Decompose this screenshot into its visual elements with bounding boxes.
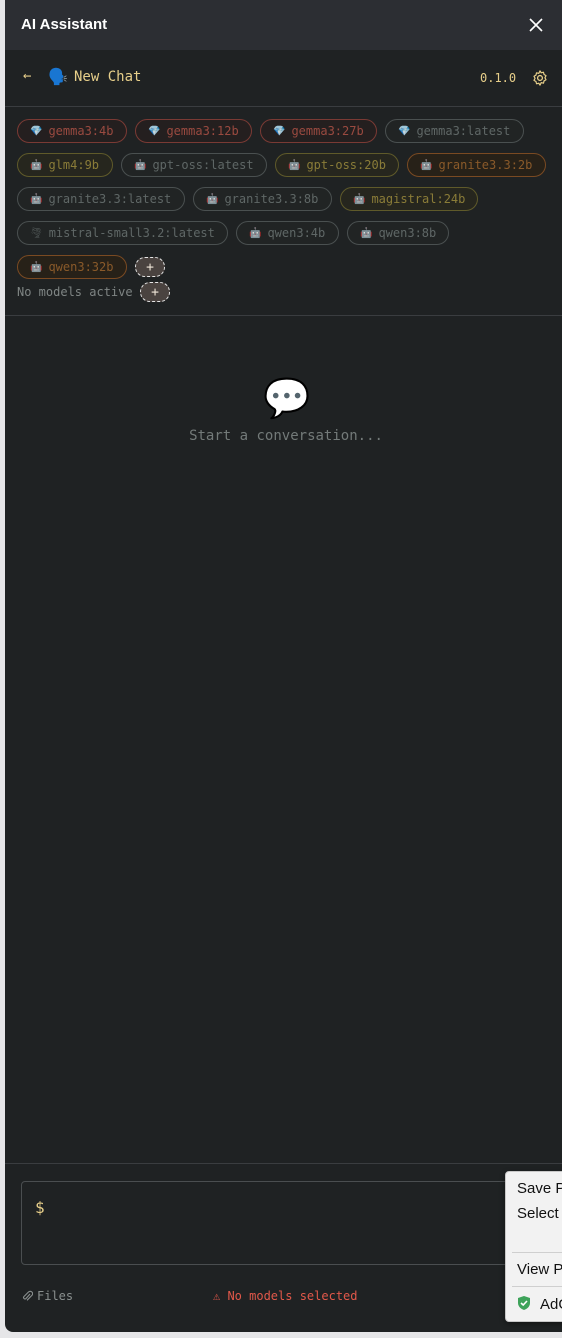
- robot-icon: 🤖: [249, 227, 262, 239]
- robot-icon: 🤖: [288, 159, 301, 171]
- robot-icon: 🤖: [206, 193, 219, 205]
- model-chip[interactable]: 🤖 glm4:9b: [17, 153, 113, 177]
- model-chip-label: gemma3:latest: [416, 124, 511, 138]
- robot-icon: 🤖: [30, 159, 43, 171]
- model-chip[interactable]: 🤖 qwen3:4b: [236, 221, 339, 245]
- prompt-symbol: $: [35, 1198, 45, 1217]
- empty-state-text: Start a conversation...: [189, 428, 383, 444]
- context-menu-separator: [512, 1252, 562, 1253]
- files-button[interactable]: Files: [22, 1289, 73, 1303]
- gear-icon: [533, 70, 547, 86]
- model-chip-label: glm4:9b: [48, 158, 100, 172]
- model-chip[interactable]: 🤖 granite3.3:8b: [193, 187, 332, 211]
- model-chip[interactable]: 💎 gemma3:latest: [385, 119, 524, 143]
- gem-icon: 💎: [273, 125, 286, 137]
- ai-assistant-panel: AI Assistant ← 🗣️ New Chat 0.1.0 💎 gemma3…: [5, 0, 562, 1332]
- chat-header: ← 🗣️ New Chat 0.1.0: [5, 50, 562, 107]
- gem-icon: 💎: [398, 125, 411, 137]
- message-input[interactable]: $: [21, 1181, 541, 1265]
- model-chip[interactable]: 🤖 qwen3:8b: [347, 221, 449, 245]
- model-chip-label: granite3.3:2b: [438, 158, 533, 172]
- model-chip-label: qwen3:8b: [378, 226, 437, 240]
- no-models-warning: ⚠ No models selected: [213, 1289, 358, 1303]
- robot-icon: 🤖: [353, 193, 366, 205]
- back-button[interactable]: ←: [23, 68, 31, 84]
- speaking-head-icon: 🗣️: [48, 67, 68, 86]
- context-menu-adguard[interactable]: AdG: [540, 1296, 562, 1313]
- chat-title: New Chat: [74, 69, 142, 85]
- model-chip-label: gemma3:12b: [166, 124, 239, 138]
- version-label: 0.1.0: [480, 71, 517, 85]
- model-chip-label: granite3.3:latest: [48, 192, 172, 206]
- gem-icon: 💎: [148, 125, 161, 137]
- add-active-model-button[interactable]: +: [140, 282, 170, 302]
- model-chip-label: qwen3:4b: [267, 226, 326, 240]
- composer: $ Files ⚠ No models selected: [5, 1163, 562, 1332]
- add-model-button[interactable]: +: [135, 257, 165, 277]
- shield-icon: [518, 1296, 530, 1310]
- context-menu-separator: [512, 1286, 562, 1287]
- context-menu: Save P Select View P AdG: [505, 1171, 562, 1322]
- model-chip[interactable]: 💎 gemma3:27b: [260, 119, 377, 143]
- robot-icon: 🤖: [30, 193, 43, 205]
- model-chip-label: gemma3:27b: [291, 124, 364, 138]
- settings-button[interactable]: [531, 69, 549, 87]
- model-chip-label: magistral:24b: [371, 192, 466, 206]
- model-chip-label: granite3.3:8b: [224, 192, 319, 206]
- model-chip[interactable]: 💎 gemma3:12b: [135, 119, 252, 143]
- close-icon: [529, 18, 543, 32]
- files-label: Files: [37, 1289, 74, 1303]
- model-chip-label: mistral-small3.2:latest: [48, 226, 215, 240]
- model-chip[interactable]: 🤖 gpt-oss:latest: [121, 153, 267, 177]
- model-chip[interactable]: 🤖 granite3.3:latest: [17, 187, 185, 211]
- model-chip[interactable]: 🤖 magistral:24b: [340, 187, 478, 211]
- gem-icon: 💎: [30, 125, 43, 137]
- divider: [5, 315, 562, 316]
- robot-icon: 🤖: [30, 261, 43, 273]
- model-chip-label: gpt-oss:20b: [306, 158, 386, 172]
- model-chip-label: gemma3:4b: [48, 124, 114, 138]
- paperclip-icon: [23, 1290, 33, 1301]
- no-models-active-label: No models active: [17, 285, 133, 299]
- speech-bubble-icon: 💬: [263, 376, 311, 420]
- model-chip[interactable]: 💎 gemma3:4b: [17, 119, 127, 143]
- window-title: AI Assistant: [21, 16, 108, 33]
- model-chip[interactable]: 🤖 qwen3:32b: [17, 255, 127, 279]
- close-button[interactable]: [523, 12, 549, 38]
- context-menu-view[interactable]: View P: [517, 1261, 562, 1278]
- model-chip[interactable]: 🌪 mistral-small3.2:latest: [17, 221, 228, 245]
- model-chip[interactable]: 🤖 granite3.3:2b: [407, 153, 546, 177]
- context-menu-select[interactable]: Select: [517, 1205, 559, 1222]
- context-menu-save[interactable]: Save P: [517, 1180, 562, 1197]
- title-bar: AI Assistant: [5, 0, 562, 50]
- model-chip[interactable]: 🤖 gpt-oss:20b: [275, 153, 399, 177]
- robot-icon: 🤖: [134, 159, 147, 171]
- model-chip-label: gpt-oss:latest: [152, 158, 254, 172]
- tornado-icon: 🌪: [30, 227, 43, 239]
- robot-icon: 🤖: [420, 159, 433, 171]
- model-chip-label: qwen3:32b: [48, 260, 114, 274]
- robot-icon: 🤖: [360, 227, 373, 239]
